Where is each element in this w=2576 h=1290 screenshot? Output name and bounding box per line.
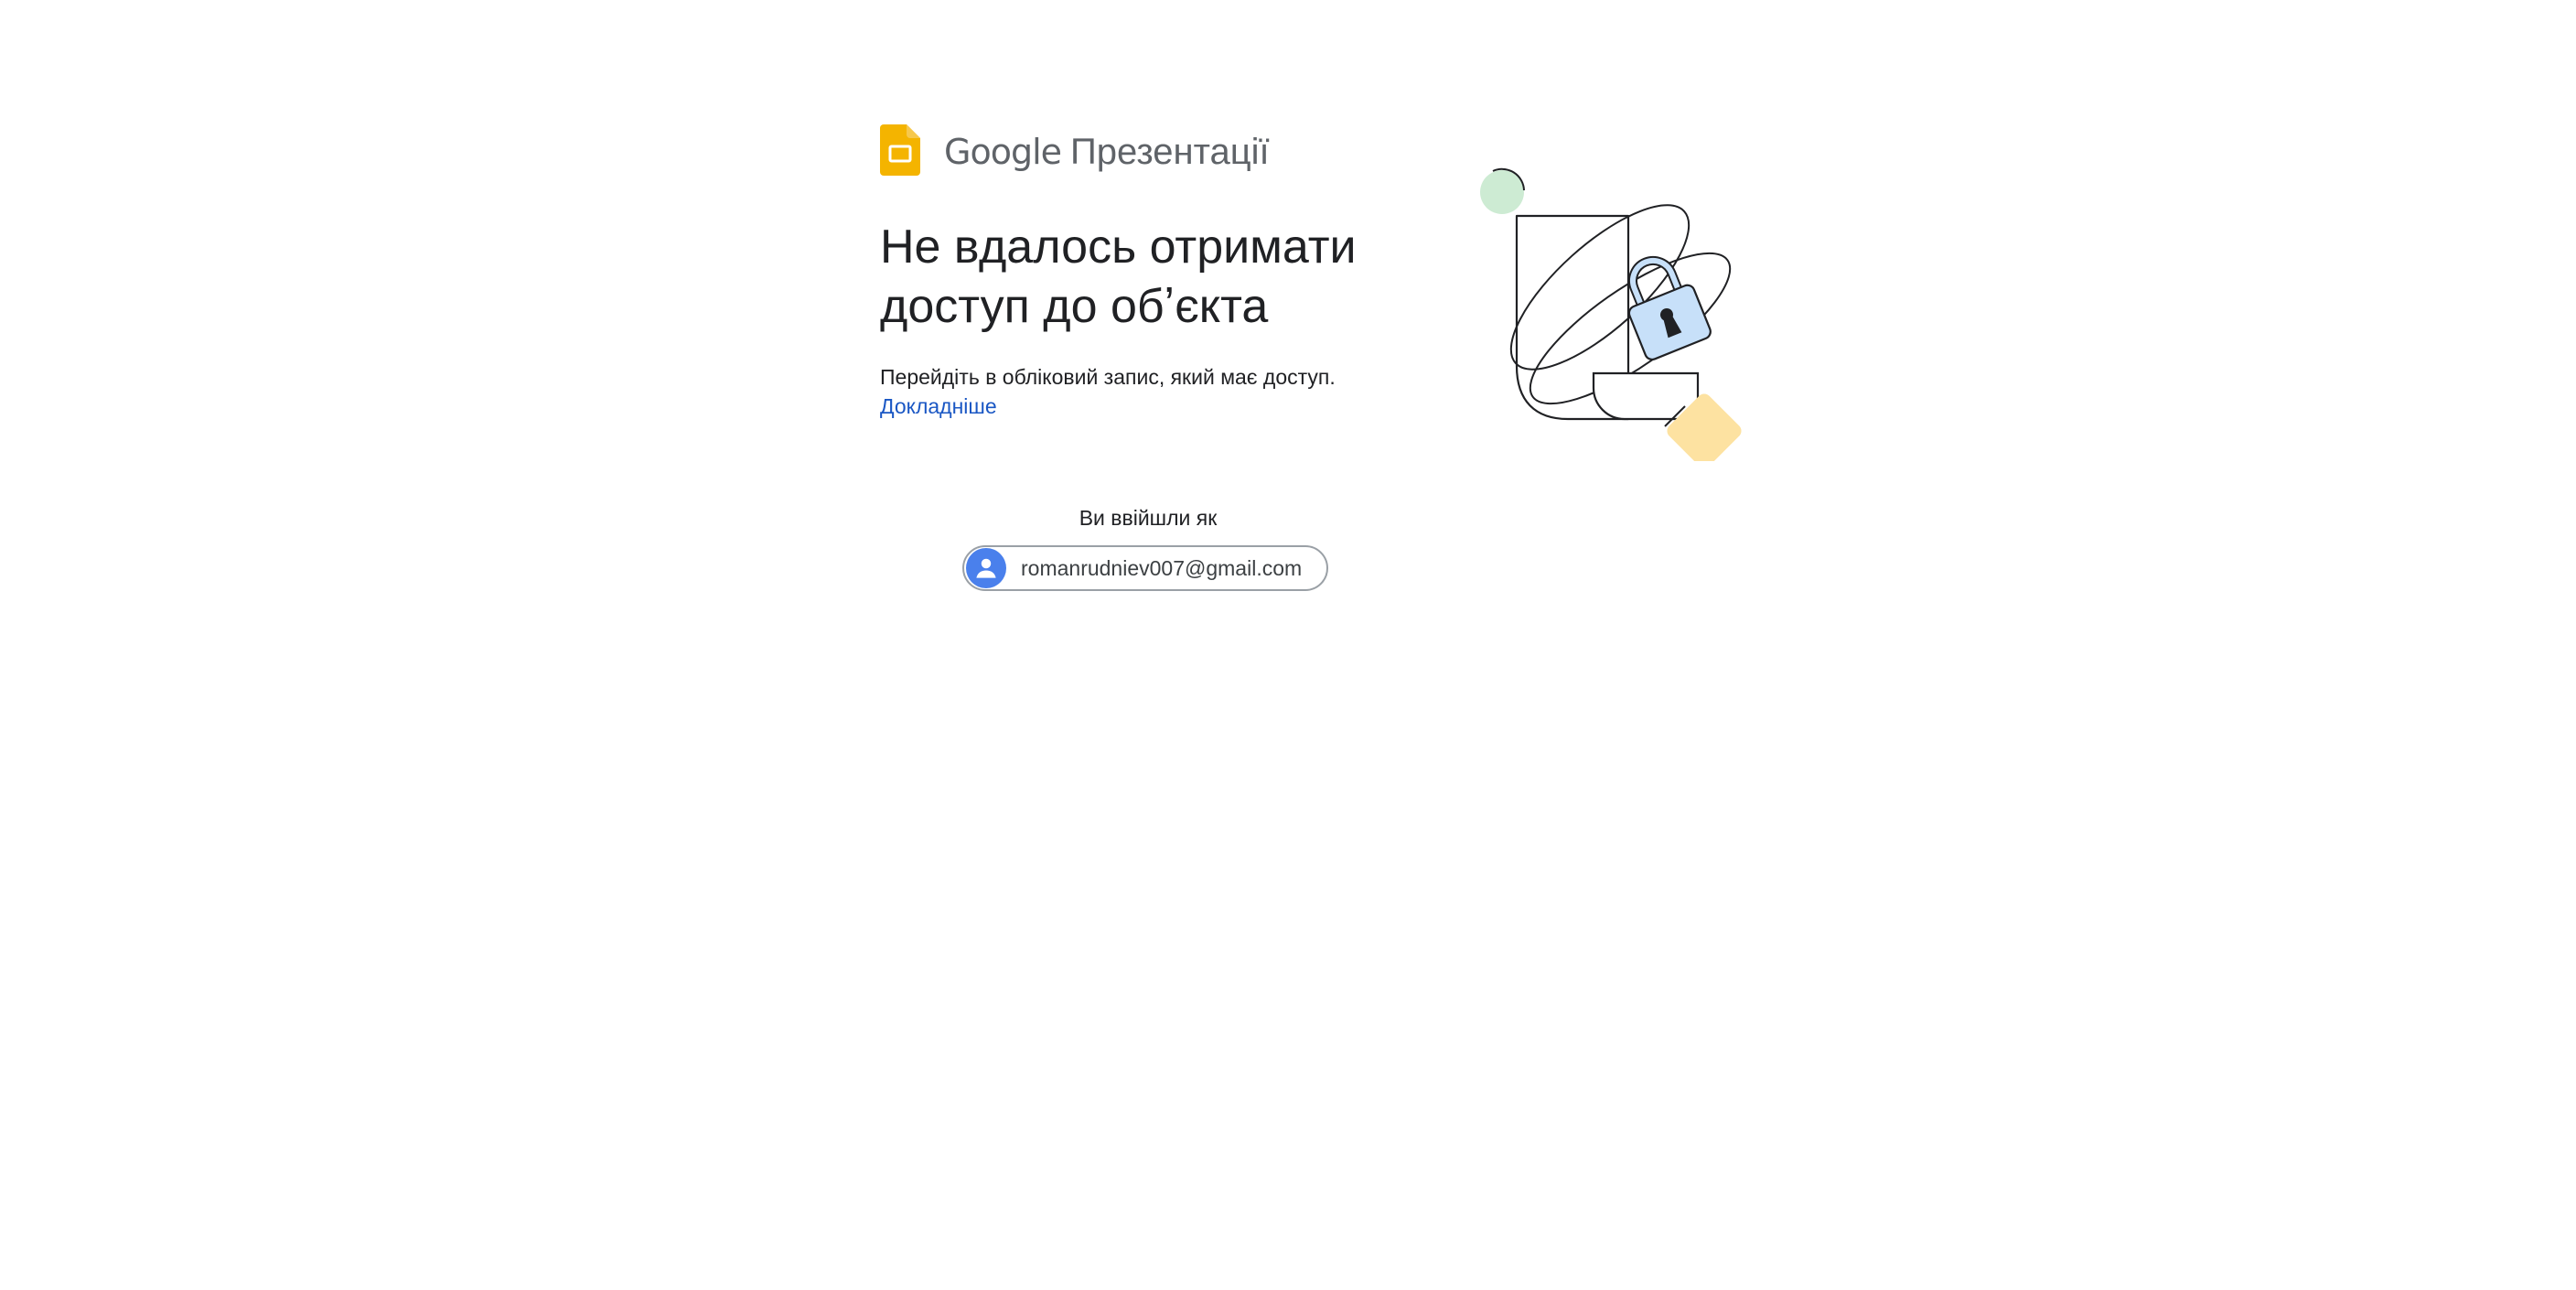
product-name: Презентації	[1070, 131, 1270, 172]
avatar	[966, 548, 1006, 588]
tray-outline	[1592, 371, 1700, 421]
google-wordmark: Google	[944, 131, 1062, 172]
page-title: Не вдалось отримати доступ до обʼєкта	[880, 220, 1357, 333]
account-chip[interactable]: romanrudniev007@gmail.com	[962, 545, 1328, 591]
green-circle-shape	[1480, 170, 1524, 214]
error-message-block: Перейдіть в обліковий запис, який має до…	[880, 362, 1336, 421]
brand-header: Google Презентації	[880, 123, 1270, 177]
access-denied-panel: Google Презентації Не вдалось отримати д…	[880, 117, 1758, 629]
product-wordmark: Google Презентації	[944, 132, 1270, 173]
padlock-icon	[1480, 167, 1742, 461]
signed-in-label: Ви ввійшли як	[1079, 506, 1218, 530]
learn-more-link[interactable]: Докладніше	[880, 392, 1336, 421]
person-icon	[976, 558, 996, 578]
google-slides-icon	[880, 124, 920, 176]
account-email: romanrudniev007@gmail.com	[1021, 555, 1303, 580]
error-message: Перейдіть в обліковий запис, який має до…	[880, 365, 1336, 389]
